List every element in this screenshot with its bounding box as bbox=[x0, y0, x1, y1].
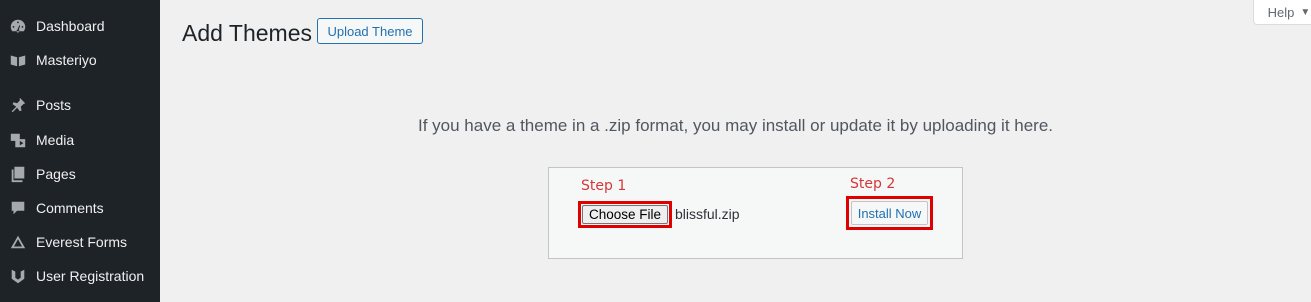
everest-forms-icon bbox=[0, 233, 36, 251]
sidebar-item-media[interactable]: Media bbox=[0, 125, 160, 155]
main-content: Add Themes Upload Theme Help ▼ If you ha… bbox=[160, 0, 1311, 302]
sidebar-item-label: Everest Forms bbox=[36, 234, 128, 250]
sidebar-item-dashboard[interactable]: Dashboard bbox=[0, 11, 160, 41]
book-icon bbox=[0, 51, 36, 69]
pushpin-icon bbox=[0, 96, 36, 114]
step-2-highlight-box bbox=[846, 196, 933, 230]
upload-form: Step 1 Step 2 Choose File blissful.zip I… bbox=[548, 167, 963, 259]
selected-file-name: blissful.zip bbox=[675, 206, 740, 222]
sidebar-item-label: Masteriyo bbox=[36, 52, 97, 68]
page-title: Add Themes bbox=[182, 20, 312, 46]
sidebar-item-everest-forms[interactable]: Everest Forms bbox=[0, 227, 160, 257]
comment-icon bbox=[0, 199, 36, 217]
dashboard-icon bbox=[0, 17, 36, 35]
upload-instructions: If you have a theme in a .zip format, yo… bbox=[418, 116, 1054, 135]
admin-sidebar: Dashboard Masteriyo Posts Media Pages Co… bbox=[0, 0, 160, 302]
help-tab-button[interactable]: Help ▼ bbox=[1253, 0, 1311, 25]
sidebar-item-label: Pages bbox=[36, 166, 76, 182]
sidebar-item-pages[interactable]: Pages bbox=[0, 159, 160, 189]
media-icon bbox=[0, 131, 36, 149]
sidebar-item-posts[interactable]: Posts bbox=[0, 90, 160, 120]
sidebar-item-label: Media bbox=[36, 132, 75, 148]
sidebar-item-label: User Registration bbox=[36, 268, 145, 284]
step-1-annotation: Step 1 bbox=[581, 178, 627, 194]
step-2-annotation: Step 2 bbox=[850, 176, 896, 192]
sidebar-item-user-registration[interactable]: User Registration bbox=[0, 261, 160, 291]
step-1-highlight-box bbox=[578, 201, 672, 228]
help-label: Help bbox=[1267, 4, 1295, 20]
caret-down-icon: ▼ bbox=[1300, 6, 1311, 18]
sidebar-item-masteriyo[interactable]: Masteriyo bbox=[0, 45, 160, 75]
upload-theme-button[interactable]: Upload Theme bbox=[317, 18, 423, 44]
sidebar-item-comments[interactable]: Comments bbox=[0, 193, 160, 223]
pages-icon bbox=[0, 165, 36, 183]
sidebar-item-label: Comments bbox=[36, 200, 104, 216]
sidebar-item-label: Posts bbox=[36, 97, 72, 113]
sidebar-item-label: Dashboard bbox=[36, 18, 105, 34]
user-registration-icon bbox=[0, 267, 36, 285]
